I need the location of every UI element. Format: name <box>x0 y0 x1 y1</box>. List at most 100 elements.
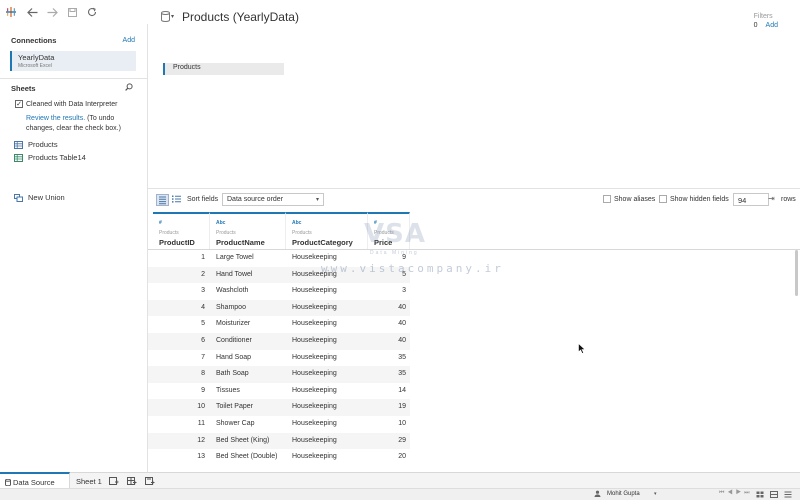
sheet-icon <box>14 140 23 149</box>
connection-item-yearlydata[interactable]: YearlyData Microsoft Excel <box>10 51 136 71</box>
sheets-heading: Sheets <box>11 84 36 93</box>
table-cell: Shower Cap <box>216 420 255 427</box>
datasource-tab-icon <box>5 478 11 488</box>
tab-data-source[interactable]: Data Source <box>0 472 70 488</box>
new-union-item[interactable]: New Union <box>14 193 65 202</box>
new-story-icon[interactable] <box>145 476 155 486</box>
tab-sheet-1[interactable]: Sheet 1 <box>76 473 106 489</box>
column-source: Products <box>292 230 312 236</box>
new-union-label: New Union <box>28 193 65 202</box>
data-interpreter-row: ✓ Cleaned with Data Interpreter <box>15 100 117 108</box>
string-type-icon[interactable]: Abc <box>292 220 301 226</box>
table-cell: 13 <box>197 453 205 461</box>
string-type-icon[interactable]: Abc <box>216 220 225 226</box>
show-hidden-fields-checkbox[interactable] <box>659 195 667 203</box>
table-row[interactable]: 1 Large Towel Housekeeping 9 <box>148 250 410 267</box>
table-cell: 20 <box>398 453 406 461</box>
table-cell: 10 <box>197 403 205 411</box>
forward-arrow-icon[interactable] <box>42 2 62 22</box>
mouse-pointer-icon <box>578 342 586 354</box>
table-cell: 40 <box>398 337 406 344</box>
table-row[interactable]: 10 Toilet Paper Housekeeping 19 <box>148 399 410 416</box>
table-cell: Housekeeping <box>292 370 337 378</box>
table-row[interactable]: 11 Shower Cap Housekeeping 10 <box>148 416 410 433</box>
table-cell: 3 <box>402 287 406 295</box>
table-cell: Housekeeping <box>292 436 337 444</box>
new-dashboard-icon[interactable] <box>127 476 137 486</box>
canvas-table-products[interactable]: Products <box>163 63 284 75</box>
table-row[interactable]: 2 Hand Towel Housekeeping 5 <box>148 266 410 284</box>
number-type-icon[interactable]: # <box>374 220 377 226</box>
sort-fields-select[interactable]: Data source order ▾ <box>222 193 324 206</box>
tableau-logo-icon[interactable] <box>0 1 22 23</box>
column-name: ProductName <box>216 238 265 247</box>
show-aliases-label: Show aliases <box>614 196 656 203</box>
table-row[interactable]: 3 Washcloth Housekeeping 3 <box>148 283 410 300</box>
table-extract-icon <box>14 153 23 162</box>
show-filmstrip-icon[interactable] <box>770 491 778 498</box>
add-filter-link[interactable]: Add <box>766 22 778 29</box>
data-interpreter-checkbox[interactable]: ✓ <box>15 100 23 108</box>
table-cell: Bath Soap <box>216 370 249 378</box>
table-row[interactable]: 9 Tissues Housekeeping 14 <box>148 383 410 400</box>
data-interpreter-label: Cleaned with Data Interpreter <box>26 100 118 108</box>
table-cell: Bed Sheet (Double) <box>216 453 278 461</box>
review-results-link[interactable]: Review the results. <box>26 115 85 122</box>
column-header-productname[interactable]: Abc Products ProductName <box>210 212 286 249</box>
table-cell: 4 <box>201 303 205 311</box>
save-icon[interactable] <box>62 2 82 22</box>
refresh-icon[interactable] <box>82 2 102 22</box>
column-name: ProductCategory <box>292 238 353 247</box>
arrow-right-icon[interactable]: ⇥ <box>768 194 775 203</box>
show-aliases-checkbox[interactable] <box>603 195 611 203</box>
connection-type: Microsoft Excel <box>18 63 52 69</box>
list-view-icon[interactable] <box>171 194 184 206</box>
data-source-title[interactable]: Products (YearlyData) <box>182 10 299 24</box>
show-tabs-icon[interactable] <box>784 491 792 498</box>
table-cell: Housekeeping <box>292 386 337 394</box>
sidebar-sheet-products[interactable]: Products <box>14 140 58 149</box>
sheet-tab-bar: Data Source Sheet 1 <box>0 472 800 488</box>
table-cell: 3 <box>201 287 205 295</box>
user-menu[interactable]: Mohit Gupta ▾ <box>594 490 657 497</box>
table-row[interactable]: 7 Hand Soap Housekeeping 35 <box>148 350 410 367</box>
connection-name: YearlyData <box>18 53 55 62</box>
grid-view-icon[interactable] <box>156 194 169 206</box>
database-icon[interactable] <box>161 11 171 23</box>
chevron-down-icon[interactable]: ▾ <box>171 13 174 20</box>
rows-count-input[interactable]: 94 <box>733 193 769 206</box>
table-cell: Large Towel <box>216 254 254 261</box>
table-cell: Hand Soap <box>216 353 252 361</box>
table-row[interactable]: 4 Shampoo Housekeeping 40 <box>148 299 410 317</box>
tab-label: Sheet 1 <box>76 477 102 486</box>
sidebar-sheet-products-table14[interactable]: Products Table14 <box>14 153 86 162</box>
column-header-productcategory[interactable]: Abc Products ProductCategory <box>286 212 368 249</box>
table-cell: Housekeeping <box>292 337 337 344</box>
back-arrow-icon[interactable] <box>22 2 42 22</box>
interpreter-note: Review the results. (To undo changes, cl… <box>26 114 141 134</box>
new-worksheet-icon[interactable] <box>109 476 119 486</box>
table-cell: Housekeeping <box>292 403 337 411</box>
table-cell: 8 <box>201 370 205 378</box>
column-header-price[interactable]: # Products Price <box>368 212 410 249</box>
table-row[interactable]: 5 Moisturizer Housekeeping 40 <box>148 316 410 333</box>
show-sheet-sorter-icon[interactable] <box>756 491 764 498</box>
number-type-icon[interactable]: # <box>159 220 162 226</box>
table-cell: 19 <box>398 403 406 411</box>
sheet-navigation-arrows-icon[interactable]: ⏮◀▶⏭ <box>719 490 753 497</box>
table-cell: 6 <box>201 337 205 344</box>
table-cell: 29 <box>398 436 406 444</box>
add-connection-link[interactable]: Add <box>123 37 135 44</box>
table-cell: 9 <box>201 386 205 394</box>
table-row[interactable]: 6 Conditioner Housekeeping 40 <box>148 333 410 350</box>
table-row[interactable]: 12 Bed Sheet (King) Housekeeping 29 <box>148 432 410 450</box>
column-source: Products <box>374 230 394 236</box>
rows-label: rows <box>781 196 796 203</box>
table-cell: 10 <box>398 420 406 427</box>
table-row[interactable]: 8 Bath Soap Housekeeping 35 <box>148 366 410 383</box>
column-header-productid[interactable]: # Products ProductID <box>153 212 210 249</box>
table-row[interactable]: 13 Bed Sheet (Double) Housekeeping 20 <box>148 449 410 466</box>
vertical-scrollbar[interactable] <box>795 250 798 296</box>
search-icon[interactable] <box>125 83 133 91</box>
table-cell: Housekeeping <box>292 320 337 328</box>
